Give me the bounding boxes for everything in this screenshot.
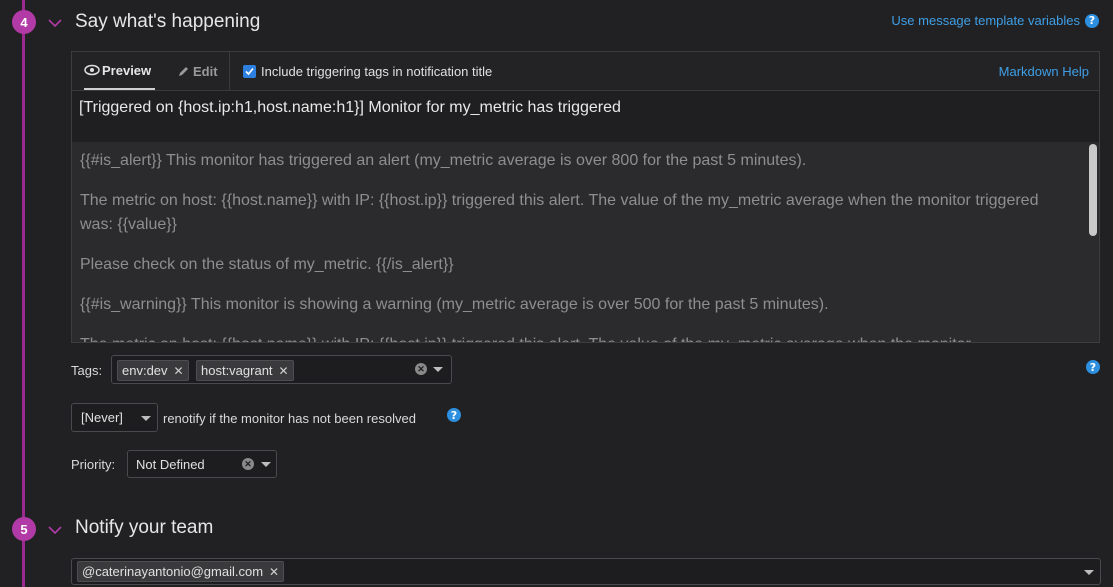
chevron-down-icon[interactable]	[47, 15, 63, 31]
tags-label: Tags:	[71, 363, 103, 378]
tag-chip: env:dev ✕	[117, 360, 189, 381]
step-timeline	[22, 0, 25, 587]
body-paragraph: Please check on the status of my_metric.…	[80, 256, 454, 273]
renotify-value: [Never]	[81, 410, 123, 425]
body-paragraph: The metric on host: {{host.name}} with I…	[80, 333, 1060, 342]
include-tags-label: Include triggering tags in notification …	[261, 63, 493, 79]
recipient-chip: @caterinayantonio@gmail.com ✕	[77, 561, 285, 582]
priority-value: Not Defined	[136, 456, 205, 472]
message-editor: Preview Edit Include triggering tags in …	[71, 51, 1100, 343]
help-icon[interactable]: ?	[1086, 360, 1100, 374]
template-variables-link-wrap: Use message template variables ?	[891, 13, 1099, 28]
step-number-badge: 5	[12, 517, 36, 541]
body-paragraph: {{#is_warning}} This monitor is showing …	[80, 296, 829, 313]
renotify-select[interactable]: [Never]	[71, 403, 158, 432]
caret-down-icon[interactable]	[1084, 570, 1094, 575]
notification-title: [Triggered on {host.ip:h1,host.name:h1}]…	[79, 99, 621, 116]
recipient-chip-label: @caterinayantonio@gmail.com	[82, 564, 264, 579]
tags-select[interactable]: env:dev ✕ host:vagrant ✕ ✕	[111, 355, 452, 384]
message-body[interactable]: {{#is_alert}} This monitor has triggered…	[72, 142, 1099, 342]
template-variables-link[interactable]: Use message template variables	[891, 13, 1080, 28]
remove-tag-icon[interactable]: ✕	[174, 364, 184, 378]
tab-edit-label: Edit	[193, 63, 218, 79]
priority-select[interactable]: Not Defined ✕	[127, 450, 277, 478]
remove-tag-icon[interactable]: ✕	[279, 364, 289, 378]
tab-preview-label: Preview	[102, 62, 152, 78]
step-title: Notify your team	[75, 517, 214, 538]
markdown-help-link[interactable]: Markdown Help	[999, 64, 1089, 79]
pencil-icon	[179, 66, 188, 76]
clear-icon[interactable]: ✕	[415, 363, 427, 375]
include-tags-option[interactable]: Include triggering tags in notification …	[243, 52, 492, 90]
remove-recipient-icon[interactable]: ✕	[269, 565, 279, 579]
caret-down-icon[interactable]	[433, 367, 443, 372]
eye-icon	[84, 64, 100, 76]
tag-chip: host:vagrant ✕	[196, 360, 294, 381]
caret-down-icon	[141, 416, 151, 421]
checkmark-icon	[245, 67, 254, 75]
priority-label: Priority:	[71, 457, 116, 472]
body-paragraph: {{#is_alert}} This monitor has triggered…	[80, 152, 807, 169]
chevron-down-icon[interactable]	[47, 522, 63, 538]
markdown-help-wrap: Markdown Help	[999, 52, 1089, 90]
body-paragraph: The metric on host: {{host.name}} with I…	[80, 192, 1039, 233]
renotify-label: renotify if the monitor has not been res…	[163, 411, 416, 426]
editor-toolbar: Preview Edit Include triggering tags in …	[72, 52, 1099, 91]
caret-down-icon	[261, 462, 271, 467]
step-number-badge: 4	[12, 10, 36, 34]
tab-edit[interactable]: Edit	[177, 52, 218, 90]
notify-recipients-select[interactable]: @caterinayantonio@gmail.com ✕	[71, 558, 1101, 585]
tag-chip-label: host:vagrant	[201, 363, 273, 378]
include-tags-checkbox[interactable]	[243, 64, 256, 78]
tag-chip-label: env:dev	[122, 363, 168, 378]
help-icon[interactable]: ?	[447, 408, 461, 422]
scrollbar-thumb[interactable]	[1089, 144, 1097, 236]
step-title: Say what's happening	[75, 11, 261, 32]
toolbar-divider	[229, 52, 230, 90]
tab-preview[interactable]: Preview	[84, 52, 155, 90]
clear-icon[interactable]: ✕	[242, 458, 254, 470]
help-icon[interactable]: ?	[1085, 13, 1099, 28]
